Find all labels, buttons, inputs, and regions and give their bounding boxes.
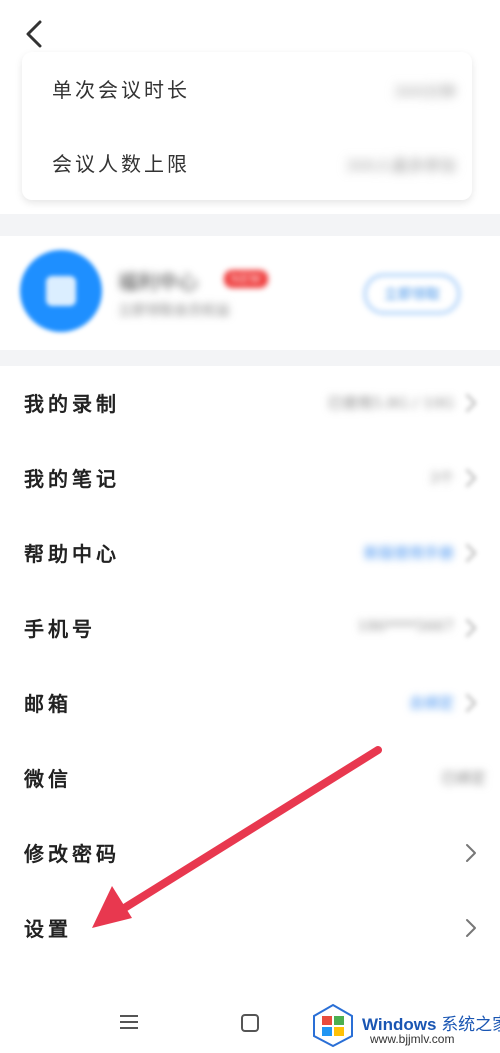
settings-row-label: 我的笔记 (24, 467, 120, 491)
chevron-right-icon (466, 919, 476, 937)
chevron-left-icon (26, 20, 42, 48)
settings-row-7[interactable]: 设置 (0, 891, 500, 966)
limit-value-participants: 300人最多参加 (345, 156, 456, 175)
settings-row-5[interactable]: 微信 已绑定 (0, 741, 500, 816)
settings-row-value: 3个 (429, 469, 454, 487)
windows-logo-icon (313, 1003, 353, 1048)
settings-row-value: 186****5667 (357, 617, 454, 635)
square-icon[interactable] (240, 1013, 260, 1033)
chevron-right-icon (466, 544, 476, 562)
back-button[interactable] (16, 16, 52, 52)
settings-row-label: 帮助中心 (24, 542, 120, 566)
settings-row-6[interactable]: 修改密码 (0, 816, 500, 891)
chevron-right-icon (466, 619, 476, 637)
settings-row-2[interactable]: 帮助中心 新版使用手册 (0, 516, 500, 591)
settings-row-label: 设置 (24, 917, 72, 941)
settings-row-0[interactable]: 我的录制 已使用5.8G / 10G (0, 366, 500, 441)
watermark: Windows 系统之家 www.bjjmlv.com (310, 1000, 500, 1050)
settings-row-3[interactable]: 手机号 186****5667 (0, 591, 500, 666)
section-divider (0, 350, 500, 366)
promo-subtitle: 立即领取会员权益 (118, 303, 230, 319)
promo-badge: NEW (224, 270, 268, 288)
limit-label-duration: 单次会议时长 (52, 78, 190, 102)
promo-title: 福利中心 (118, 270, 198, 294)
settings-row-label: 邮箱 (24, 692, 72, 716)
limit-label-participants: 会议人数上限 (52, 152, 190, 176)
settings-row-value: 去绑定 (408, 694, 454, 712)
chevron-right-icon (466, 469, 476, 487)
settings-row-value: 已使用5.8G / 10G (327, 394, 455, 412)
settings-row-1[interactable]: 我的笔记 3个 (0, 441, 500, 516)
settings-row-label: 微信 (24, 767, 72, 791)
limit-value-duration: 300分钟 (393, 82, 456, 101)
promo-logo-icon (20, 250, 102, 332)
meeting-limits-card: 单次会议时长 300分钟 会议人数上限 300人最多参加 (22, 52, 472, 200)
promo-action-button[interactable]: 立即领取 (364, 274, 460, 314)
watermark-url: www.bjjmlv.com (370, 1032, 455, 1046)
chevron-right-icon (466, 844, 476, 862)
chevron-right-icon (466, 694, 476, 712)
settings-row-value: 已绑定 (440, 769, 486, 787)
section-divider (0, 214, 500, 236)
menu-icon[interactable] (118, 1013, 140, 1031)
settings-row-label: 我的录制 (24, 392, 120, 416)
settings-row-label: 手机号 (24, 617, 96, 641)
settings-row-4[interactable]: 邮箱 去绑定 (0, 666, 500, 741)
settings-row-label: 修改密码 (24, 842, 120, 866)
chevron-right-icon (466, 394, 476, 412)
settings-row-value: 新版使用手册 (363, 544, 454, 562)
